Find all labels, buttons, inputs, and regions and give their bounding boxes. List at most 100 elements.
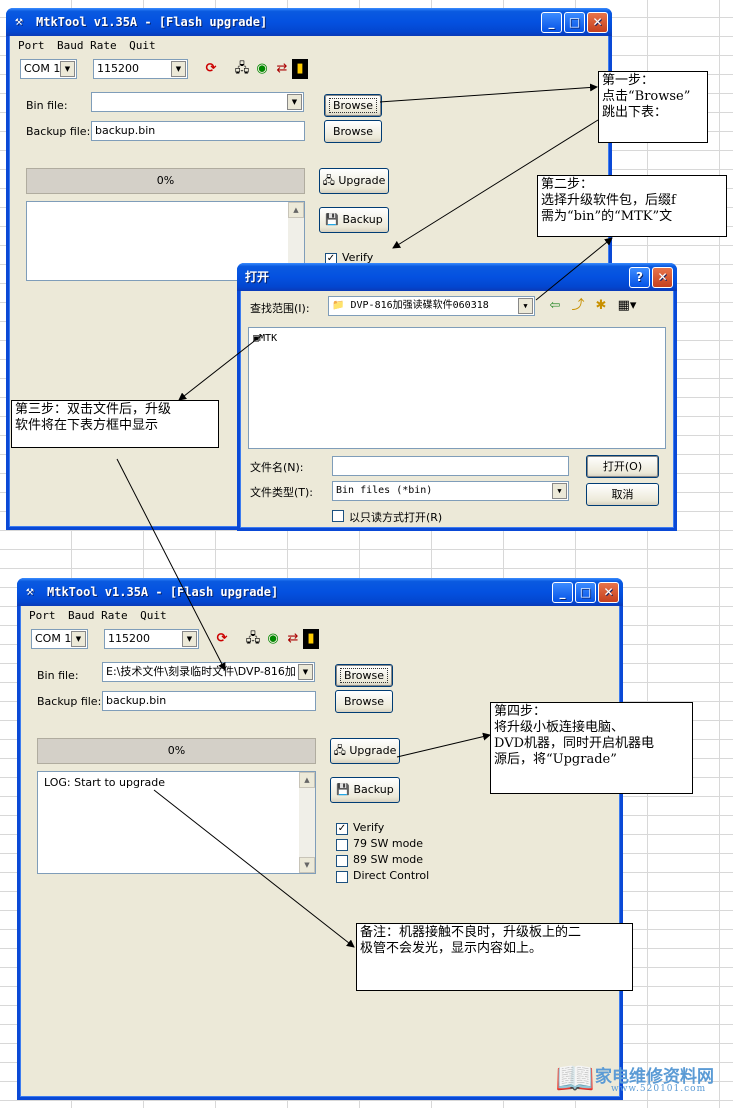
backup-file-field[interactable]: backup.bin xyxy=(102,691,316,711)
browse-label: Browse xyxy=(328,98,378,113)
filetype-select[interactable]: Bin files (*bin) ▼ xyxy=(332,481,569,501)
com-port-select[interactable]: COM 1 ▼ xyxy=(31,629,88,649)
look-in-label: 查找范围(I): xyxy=(250,302,310,315)
progress-text: 0% xyxy=(156,174,175,187)
browse-label: Browse xyxy=(339,668,389,683)
backup-button[interactable]: 💾 Backup xyxy=(319,207,389,233)
open-dialog: 打开 ? ✕ 查找范围(I): 📁 DVP-816加强读碟软件060318 ▼ ⇦… xyxy=(237,263,677,531)
disc-icon[interactable]: ◉ xyxy=(263,629,283,649)
browse-button[interactable]: Browse xyxy=(335,664,393,687)
progress-bar: 0% xyxy=(26,168,305,194)
help-button[interactable]: ? xyxy=(629,267,650,288)
exit-icon[interactable]: ▮ xyxy=(303,629,319,649)
upgrade-label: Upgrade xyxy=(349,744,397,757)
log-scrollbar[interactable]: ▲ ▼ xyxy=(299,772,315,873)
exit-icon[interactable]: ▮ xyxy=(292,59,308,79)
minimize-button[interactable]: _ xyxy=(541,12,562,33)
chevron-down-icon: ▼ xyxy=(298,664,313,680)
maximize-button[interactable]: □ xyxy=(564,12,585,33)
refresh-icon[interactable]: ⟳ xyxy=(212,629,232,649)
title-bar[interactable]: ⚒ MtkTool v1.35A - [Flash upgrade] _ □ ✕ xyxy=(6,8,612,36)
log-box[interactable]: LOG: Start to upgrade ▲ ▼ xyxy=(37,771,316,874)
network-icon[interactable]: 🖧 xyxy=(243,629,263,649)
79-sw-mode-label: 79 SW mode xyxy=(353,837,424,850)
89-sw-mode-checkbox[interactable] xyxy=(336,855,348,867)
bin-file-label: Bin file: xyxy=(37,669,79,682)
maximize-button[interactable]: □ xyxy=(575,582,596,603)
bin-file-value: E:\技术文件\刻录临时文件\DVP-816加 xyxy=(106,665,296,678)
connect-icon[interactable]: ⇄ xyxy=(283,629,303,649)
filename-field[interactable] xyxy=(332,456,569,476)
scroll-up-icon[interactable]: ▲ xyxy=(299,772,315,788)
readonly-checkbox[interactable] xyxy=(332,510,344,522)
up-folder-icon[interactable]: ⤴ xyxy=(568,296,588,316)
verify-label: Verify xyxy=(353,821,385,834)
readonly-label: 以只读方式打开(R) xyxy=(349,511,443,524)
menu-port[interactable]: Port xyxy=(29,609,56,622)
dialog-title-bar[interactable]: 打开 ? ✕ xyxy=(237,263,677,291)
note-remark: 备注：机器接触不良时，升级板上的二 极管不会发光，显示内容如上。 xyxy=(356,923,633,991)
upgrade-icon: 🖧 xyxy=(333,744,350,757)
close-button[interactable]: ✕ xyxy=(598,582,619,603)
backup-label: Backup xyxy=(342,213,383,226)
close-button[interactable]: ✕ xyxy=(587,12,608,33)
chevron-down-icon: ▼ xyxy=(518,298,533,314)
open-button[interactable]: 打开(O) xyxy=(586,455,659,478)
network-icon[interactable]: 🖧 xyxy=(232,59,252,79)
disc-icon[interactable]: ◉ xyxy=(252,59,272,79)
watermark: 📖 家电维修资料网 www.520101.com xyxy=(555,1060,725,1100)
back-icon[interactable]: ⇦ xyxy=(545,296,565,316)
progress-bar: 0% xyxy=(37,738,316,764)
floppy-icon: 💾 xyxy=(325,213,343,226)
file-item-mtk[interactable]: ▣MTK xyxy=(253,333,277,344)
browse-button[interactable]: Browse xyxy=(324,94,382,117)
menu-bar: Port Baud Rate Quit xyxy=(29,609,176,622)
open-button-label: 打开(O) xyxy=(602,460,643,473)
browse-backup-button[interactable]: Browse xyxy=(324,120,382,143)
cancel-button[interactable]: 取消 xyxy=(586,483,659,506)
refresh-icon[interactable]: ⟳ xyxy=(201,59,221,79)
new-folder-icon[interactable]: ✱ xyxy=(591,296,611,316)
com-port-select[interactable]: COM 1 ▼ xyxy=(20,59,77,79)
look-in-select[interactable]: 📁 DVP-816加强读碟软件060318 ▼ xyxy=(328,296,535,316)
view-menu-icon[interactable]: ▦▾ xyxy=(614,296,640,316)
upgrade-button[interactable]: 🖧 Upgrade xyxy=(330,738,400,764)
bin-file-select[interactable]: E:\技术文件\刻录临时文件\DVP-816加 ▼ xyxy=(102,662,315,682)
verify-checkbox[interactable]: ✓ xyxy=(336,823,348,835)
scroll-up-icon[interactable]: ▲ xyxy=(288,202,304,218)
backup-file-label: Backup file: xyxy=(26,125,91,138)
menu-baud-rate[interactable]: Baud Rate xyxy=(57,39,117,52)
cancel-button-label: 取消 xyxy=(611,488,634,501)
watermark-url: www.520101.com xyxy=(611,1084,707,1094)
baud-rate-select[interactable]: 115200 ▼ xyxy=(93,59,188,79)
menu-quit[interactable]: Quit xyxy=(129,39,156,52)
filetype-value: Bin files (*bin) xyxy=(336,485,433,496)
upgrade-button[interactable]: 🖧 Upgrade xyxy=(319,168,389,194)
note-step2: 第二步： 选择升级软件包，后缀f 需为“bin”的“MTK”文 xyxy=(537,175,727,237)
bin-file-label: Bin file: xyxy=(26,99,68,112)
folder-icon: 📁 xyxy=(332,300,351,311)
dialog-close-button[interactable]: ✕ xyxy=(652,267,673,288)
menu-baud-rate[interactable]: Baud Rate xyxy=(68,609,128,622)
file-list[interactable]: ▣MTK xyxy=(248,327,666,449)
backup-file-value: backup.bin xyxy=(106,694,167,707)
note-step1: 第一步： 点击“Browse” 跳出下表： xyxy=(598,71,708,143)
title-bar[interactable]: ⚒ MtkTool v1.35A - [Flash upgrade] _ □ ✕ xyxy=(17,578,623,606)
floppy-icon: 💾 xyxy=(336,783,354,796)
connect-icon[interactable]: ⇄ xyxy=(272,59,292,79)
menu-port[interactable]: Port xyxy=(18,39,45,52)
79-sw-mode-checkbox[interactable] xyxy=(336,839,348,851)
mtktool-window-bottom: ⚒ MtkTool v1.35A - [Flash upgrade] _ □ ✕… xyxy=(17,578,623,1100)
backup-file-label: Backup file: xyxy=(37,695,102,708)
baud-rate-select[interactable]: 115200 ▼ xyxy=(104,629,199,649)
menu-quit[interactable]: Quit xyxy=(140,609,167,622)
chevron-down-icon: ▼ xyxy=(182,631,197,647)
chevron-down-icon: ▼ xyxy=(171,61,186,77)
backup-file-field[interactable]: backup.bin xyxy=(91,121,305,141)
bin-file-select[interactable]: ▼ xyxy=(91,92,304,112)
direct-control-checkbox[interactable] xyxy=(336,871,348,883)
browse-backup-button[interactable]: Browse xyxy=(335,690,393,713)
minimize-button[interactable]: _ xyxy=(552,582,573,603)
scroll-down-icon[interactable]: ▼ xyxy=(299,857,315,873)
backup-button[interactable]: 💾 Backup xyxy=(330,777,400,803)
